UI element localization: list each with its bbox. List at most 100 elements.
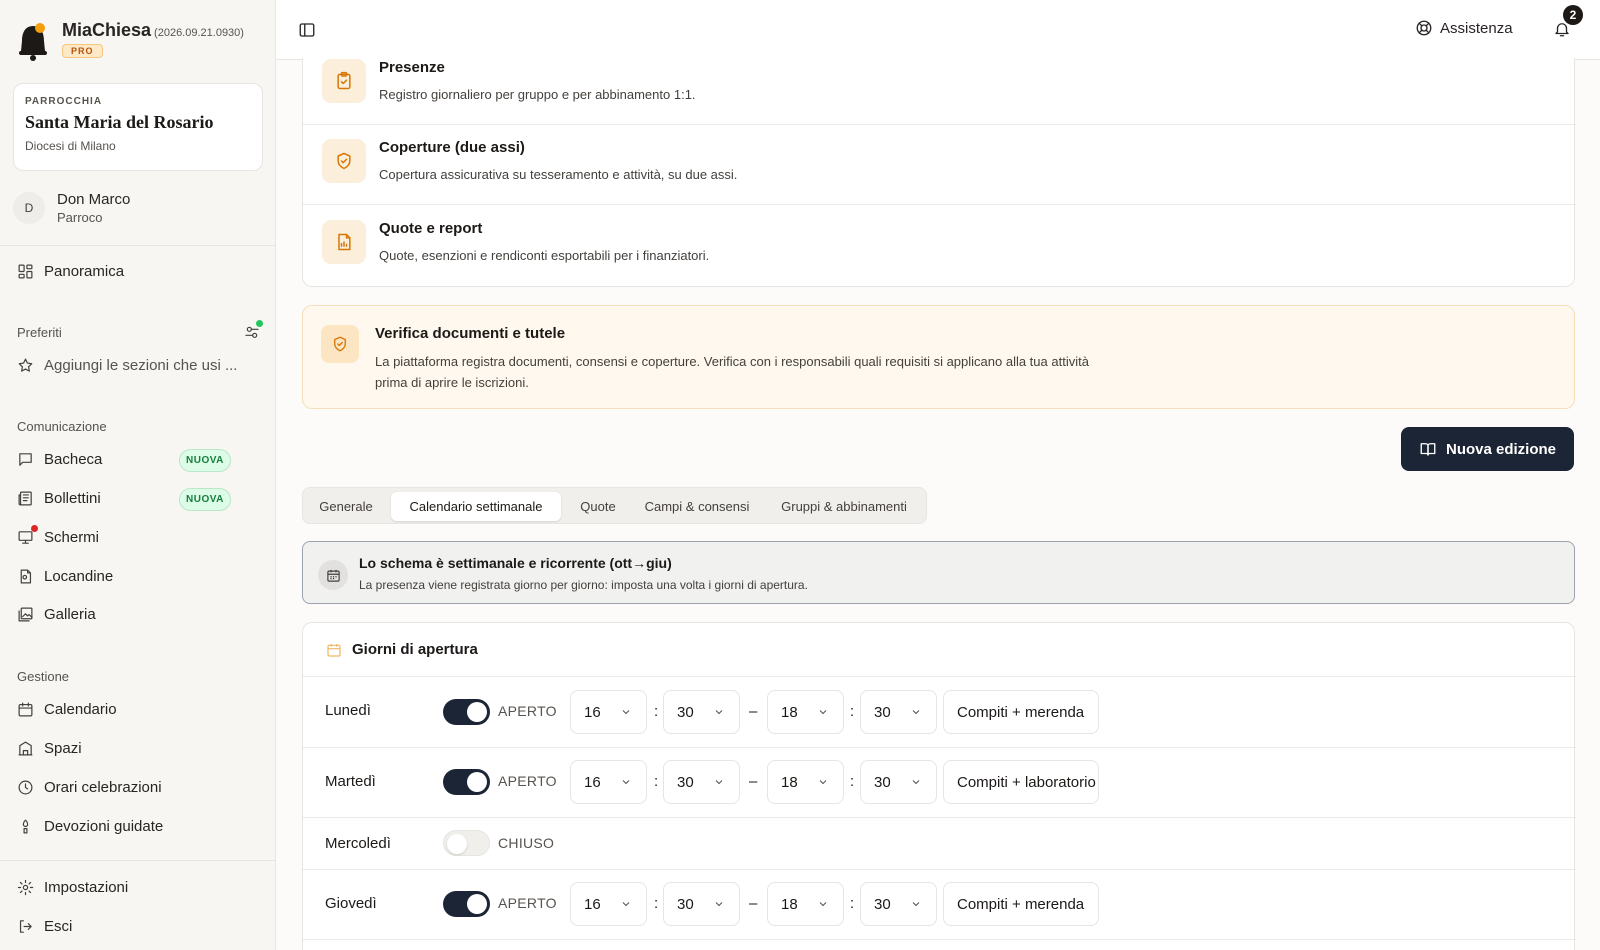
gallery-icon — [18, 607, 33, 621]
time-separator: : — [654, 895, 659, 912]
tab-calendario-settimanale[interactable]: Calendario settimanale — [391, 492, 561, 521]
avatar: D — [13, 192, 45, 224]
sidebar-item-impostazioni[interactable]: Impostazioni — [17, 874, 128, 900]
start-hour-select[interactable]: 16 — [570, 882, 647, 926]
sidebar-item-label: Bacheca — [44, 450, 103, 468]
logout-icon — [19, 919, 32, 933]
tab-quote[interactable]: Quote — [565, 492, 631, 521]
start-minute-select[interactable]: 30 — [663, 882, 740, 926]
sidebar-item-label: Spazi — [44, 739, 82, 757]
help-button[interactable]: Assistenza — [1415, 19, 1513, 37]
schema-subtitle: La presenza viene registrata giorno per … — [359, 578, 808, 592]
time-separator: : — [654, 703, 659, 720]
day-state: APERTO — [498, 703, 557, 719]
end-minute-select[interactable]: 30 — [860, 760, 937, 804]
end-minute-select[interactable]: 30 — [860, 882, 937, 926]
chevron-down-icon — [622, 780, 630, 785]
new-edition-button[interactable]: Nuova edizione — [1401, 427, 1574, 471]
activity-note-input[interactable]: Compiti + merenda — [943, 690, 1099, 734]
open-toggle[interactable] — [443, 699, 490, 725]
select-value: 18 — [781, 895, 798, 913]
help-label: Assistenza — [1440, 19, 1513, 37]
gear-icon — [17, 879, 34, 895]
end-hour-select[interactable]: 18 — [767, 882, 844, 926]
start-minute-select[interactable]: 30 — [663, 760, 740, 804]
end-hour-select[interactable]: 18 — [767, 760, 844, 804]
clipboard-check-icon — [322, 59, 366, 103]
message-icon — [19, 452, 32, 466]
feature-description: Quote, esenzioni e rendiconti esportabil… — [379, 248, 710, 263]
topbar: Assistenza 2 — [276, 0, 1600, 60]
shield-check-icon — [321, 325, 359, 363]
favorites-section-label: Preferiti — [17, 325, 62, 340]
chevron-down-icon — [819, 710, 827, 715]
feature-title: Quote e report — [379, 220, 483, 237]
logout-button[interactable]: Esci — [17, 913, 72, 939]
day-state: APERTO — [498, 895, 557, 911]
start-hour-select[interactable]: 16 — [570, 690, 647, 734]
schema-info-banner: Lo schema è settimanale e ricorrente (ot… — [302, 541, 1575, 604]
open-toggle[interactable] — [443, 830, 490, 856]
parish-card[interactable]: PARROCCHIA Santa Maria del Rosario Dioce… — [13, 83, 263, 171]
end-minute-select[interactable]: 30 — [860, 690, 937, 734]
activity-note-input[interactable]: Compiti + laboratorio — [943, 760, 1099, 804]
open-toggle[interactable] — [443, 769, 490, 795]
new-badge: NUOVA — [179, 449, 231, 472]
sidebar-item-spazi[interactable]: Spazi — [17, 735, 82, 761]
parish-diocese: Diocesi di Milano — [25, 139, 116, 153]
sidebar-item-calendario[interactable]: Calendario — [17, 696, 117, 722]
app-version: (2026.09.21.0930) — [154, 27, 244, 39]
select-value: 30 — [874, 895, 891, 913]
sidebar-item-bollettini[interactable]: Bollettini — [17, 485, 101, 511]
brand[interactable]: MiaChiesa (2026.09.21.0930) PRO — [16, 20, 244, 62]
favorites-empty-hint[interactable]: Aggiungi le sezioni che usi ... — [17, 352, 237, 378]
sidebar-item-label: Esci — [44, 917, 73, 935]
start-minute-select[interactable]: 30 — [663, 690, 740, 734]
activity-note-input[interactable]: Compiti + merenda — [943, 882, 1099, 926]
notice-text: La piattaforma registra documenti, conse… — [375, 354, 1089, 390]
start-hour-select[interactable]: 16 — [570, 760, 647, 804]
sidebar-toggle-button[interactable] — [298, 21, 316, 44]
time-separator: : — [654, 773, 659, 790]
end-hour-select[interactable]: 18 — [767, 690, 844, 734]
shield-check-icon — [322, 139, 366, 183]
building-icon — [18, 741, 33, 755]
candle-icon — [22, 819, 29, 833]
customize-favorites-button[interactable] — [244, 320, 263, 340]
divider — [303, 204, 1576, 205]
sidebar-item-label: Orari celebrazioni — [44, 778, 162, 796]
documents-notice: Verifica documenti e tutele La piattafor… — [302, 305, 1575, 409]
time-separator: : — [850, 773, 855, 790]
user-role: Parroco — [57, 210, 103, 225]
star-icon — [18, 358, 33, 372]
tab-gruppi-abbinamenti[interactable]: Gruppi & abbinamenti — [764, 492, 924, 521]
sidebar-item-galleria[interactable]: Galleria — [17, 601, 96, 627]
opening-days-card: Giorni di apertura Lunedì APERTO 16 : 30… — [302, 622, 1576, 950]
sidebar-item-orari-celebrazioni[interactable]: Orari celebrazioni — [17, 774, 162, 800]
tab-generale[interactable]: Generale — [307, 492, 385, 521]
select-value: 30 — [677, 773, 694, 791]
book-open-icon — [1420, 443, 1436, 456]
select-value: 16 — [584, 703, 601, 721]
communication-section-label: Comunicazione — [17, 419, 107, 434]
sidebar-item-panoramica[interactable]: Panoramica — [17, 258, 124, 284]
toggle-knob — [467, 702, 487, 722]
sidebar-item-schermi[interactable]: Schermi — [17, 524, 99, 550]
toggle-knob — [447, 834, 467, 854]
sidebar-item-devozioni-guidate[interactable]: Devozioni guidate — [17, 813, 163, 839]
sidebar-divider — [0, 245, 276, 246]
toggle-knob — [467, 772, 487, 792]
sidebar-item-locandine[interactable]: Locandine — [17, 563, 113, 589]
range-separator: – — [749, 895, 758, 912]
open-toggle[interactable] — [443, 891, 490, 917]
lifebuoy-icon — [1416, 20, 1432, 36]
chevron-down-icon — [819, 780, 827, 785]
day-name: Martedì — [325, 773, 376, 790]
sidebar-item-bacheca[interactable]: Bacheca — [17, 446, 102, 472]
feature-list: Presenze Registro giornaliero per gruppo… — [302, 58, 1576, 287]
user-profile[interactable]: D Don Marco Parroco — [13, 191, 130, 225]
pro-badge: PRO — [62, 44, 103, 58]
tab-campi-consensi[interactable]: Campi & consensi — [634, 492, 760, 521]
chevron-down-icon — [715, 780, 723, 785]
notice-title: Verifica documenti e tutele — [375, 325, 566, 342]
